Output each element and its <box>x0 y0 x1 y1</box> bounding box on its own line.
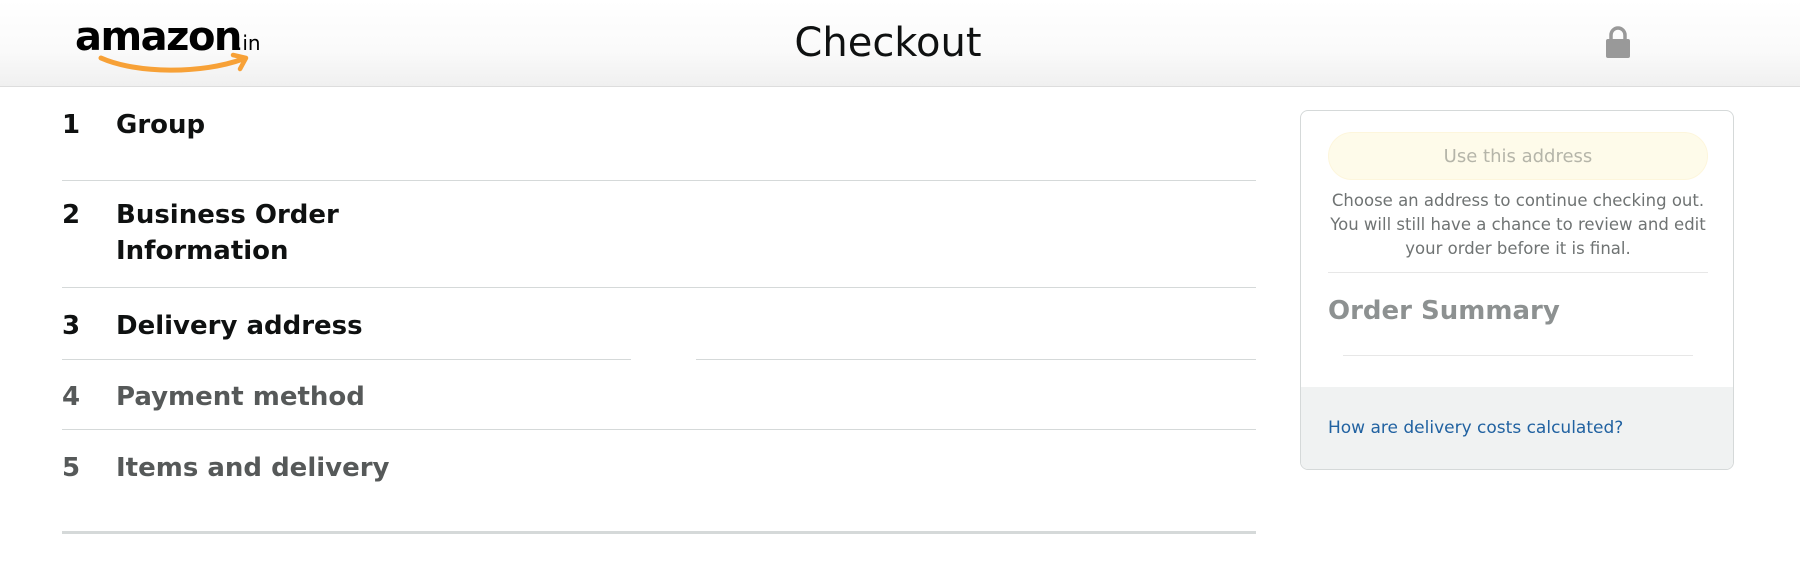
logo-domain-suffix: .in <box>236 31 261 55</box>
smile-arrow-icon <box>98 52 249 73</box>
step-delivery-address[interactable]: 3 Delivery address <box>62 288 1256 360</box>
order-summary-card: Use this address Choose an address to co… <box>1300 110 1734 470</box>
divider <box>1328 272 1708 273</box>
delivery-costs-link[interactable]: How are delivery costs calculated? <box>1328 416 1623 440</box>
step-title: Group <box>116 110 206 140</box>
step-title: Business Order Information <box>116 200 339 266</box>
step-number: 5 <box>62 453 81 483</box>
page-title: Checkout <box>794 20 982 66</box>
checkout-header: amazon .in Checkout <box>0 0 1800 87</box>
amazon-logo[interactable]: amazon .in <box>75 14 275 76</box>
step-number: 4 <box>62 382 81 412</box>
checkout-steps: 1 Group 2 Business Order Information 3 D… <box>62 87 1256 534</box>
step-business-order-information[interactable]: 2 Business Order Information <box>62 181 1256 288</box>
use-this-address-button[interactable]: Use this address <box>1328 132 1708 180</box>
divider <box>1343 355 1693 356</box>
step-number: 3 <box>62 311 81 341</box>
step-payment-method: 4 Payment method <box>62 360 1256 430</box>
step-title: Items and delivery <box>116 453 390 483</box>
address-help-text: Choose an address to continue checking o… <box>1330 191 1706 258</box>
step-title: Payment method <box>116 382 365 412</box>
step-items-and-delivery: 5 Items and delivery <box>62 430 1256 534</box>
step-title: Delivery address <box>116 311 363 341</box>
step-number: 1 <box>62 110 81 140</box>
step-number: 2 <box>62 200 81 230</box>
order-summary-title: Order Summary <box>1328 296 1560 326</box>
step-group[interactable]: 1 Group <box>62 87 1256 181</box>
summary-footer: How are delivery costs calculated? <box>1301 387 1733 469</box>
lock-icon <box>1606 26 1630 58</box>
